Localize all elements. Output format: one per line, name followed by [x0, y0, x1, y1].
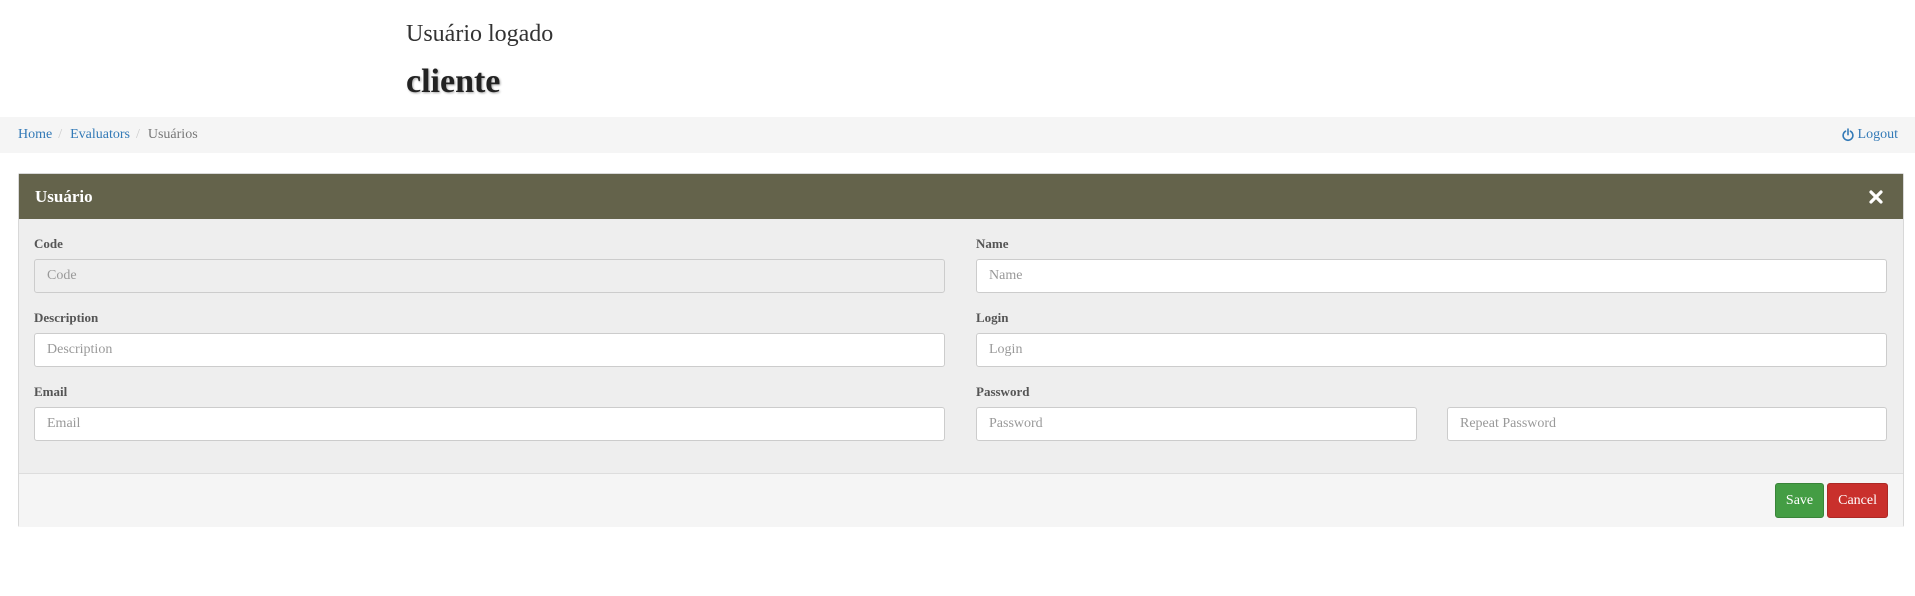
logged-user-header: Usuário logado cliente	[406, 18, 553, 102]
logout-link[interactable]: Logout	[1841, 127, 1898, 143]
code-input[interactable]	[34, 259, 945, 293]
breadcrumb-evaluators-link[interactable]: Evaluators	[70, 127, 130, 143]
panel-heading: Usuário	[19, 174, 1903, 219]
save-button[interactable]: Save	[1774, 483, 1825, 518]
breadcrumb-home-link[interactable]: Home	[18, 127, 52, 143]
panel-title: Usuário	[35, 186, 93, 206]
close-icon	[1869, 189, 1883, 204]
breadcrumb-separator: /	[58, 127, 63, 142]
breadcrumb-separator: /	[135, 127, 140, 142]
description-input[interactable]	[34, 333, 945, 367]
code-label: Code	[34, 236, 63, 251]
logout-label: Logout	[1857, 127, 1898, 142]
repeat-password-input[interactable]	[1447, 407, 1887, 441]
email-label: Email	[34, 384, 68, 399]
close-button[interactable]	[1865, 186, 1887, 208]
password-input[interactable]	[976, 407, 1417, 441]
login-input[interactable]	[976, 333, 1887, 367]
power-icon	[1841, 128, 1854, 142]
breadcrumb-current-page: Usuários	[147, 127, 198, 142]
description-label: Description	[34, 310, 99, 325]
login-label: Login	[976, 310, 1009, 325]
logged-user-caption: Usuário logado	[406, 21, 554, 47]
breadcrumb-bar: Home / Evaluators / Usuários Logout	[0, 117, 1915, 153]
panel-footer: Save Cancel	[19, 473, 1903, 527]
cancel-button[interactable]: Cancel	[1827, 483, 1888, 518]
logged-user-name: cliente	[406, 63, 501, 100]
password-label: Password	[976, 384, 1030, 399]
breadcrumb: Home / Evaluators / Usuários	[18, 127, 1841, 143]
panel-body: Code Name Description Login Email Passwo…	[19, 219, 1903, 473]
name-label: Name	[976, 236, 1009, 251]
user-form-panel: Usuário Code Name Description Login Emai…	[18, 173, 1904, 527]
email-input[interactable]	[34, 407, 945, 441]
name-input[interactable]	[976, 259, 1887, 293]
